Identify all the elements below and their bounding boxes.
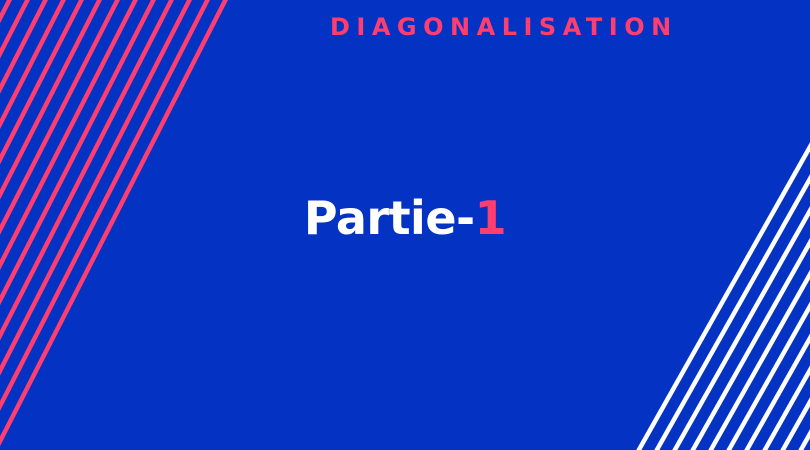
slide-heading: DIAGONALISATION xyxy=(330,13,678,41)
slide-title-number: 1 xyxy=(474,191,507,245)
slide-title-text: Partie- xyxy=(303,191,475,245)
slide-title: Partie-1 xyxy=(0,186,810,250)
title-slide: DIAGONALISATION Partie-1 xyxy=(0,0,810,450)
